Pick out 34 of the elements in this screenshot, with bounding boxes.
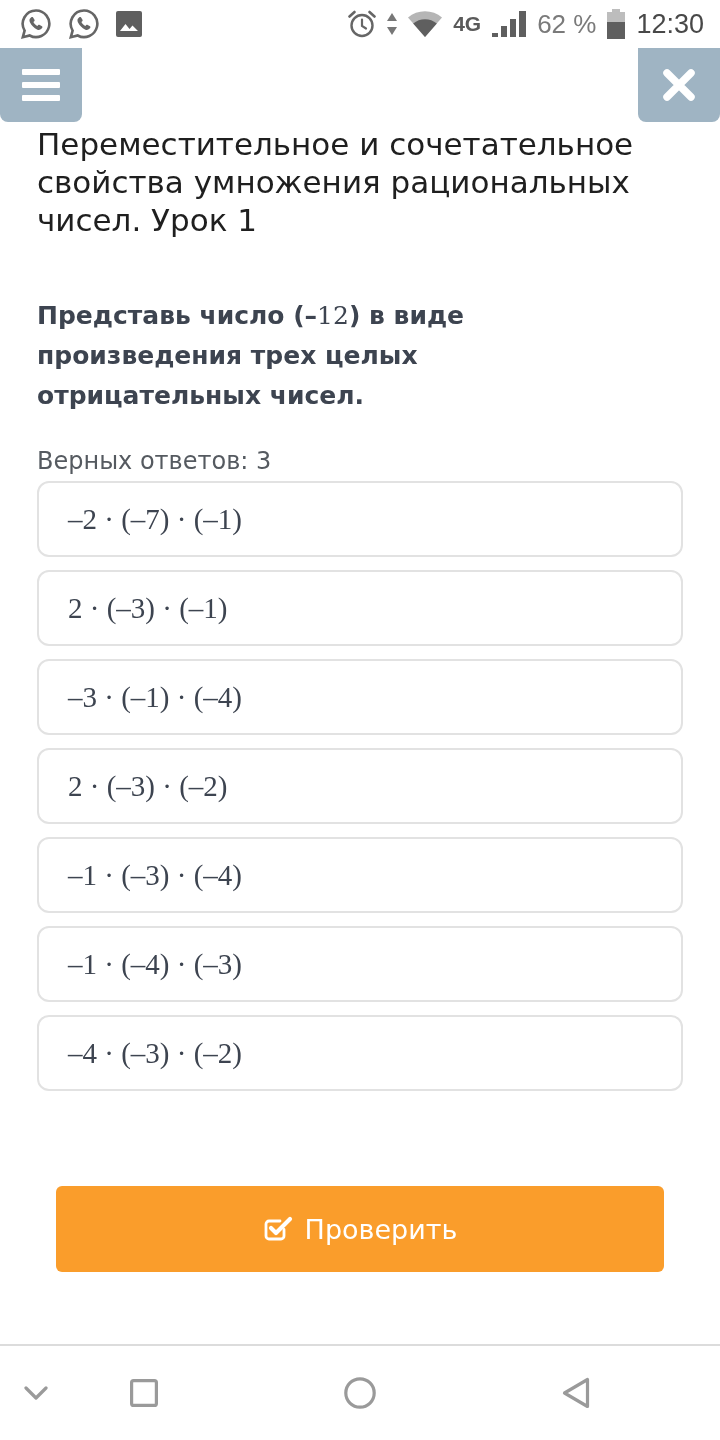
- recent-apps-button[interactable]: [130, 1379, 158, 1407]
- check-square-icon: [262, 1215, 293, 1243]
- phone-bubble-icon: [68, 8, 100, 40]
- back-icon: [562, 1377, 590, 1409]
- question-text: Представь число (–12) в виде произведения трех целых отрицательных чисел.: [37, 300, 466, 412]
- recent-apps-icon: [130, 1379, 158, 1407]
- alarm-clock-icon: [348, 10, 377, 38]
- battery-icon: [607, 9, 626, 39]
- answer-option[interactable]: 2 · (–3) · (–1): [37, 570, 683, 646]
- answer-option[interactable]: –3 · (–1) · (–4): [37, 659, 683, 735]
- chevron-down-icon: [24, 1386, 48, 1400]
- answer-option[interactable]: –1 · (–4) · (–3): [37, 926, 683, 1002]
- close-button[interactable]: [638, 48, 720, 122]
- back-button[interactable]: [562, 1377, 590, 1409]
- lesson-title: Переместительное и сочетательное свойства умножения рациональных чисел. Урок 1: [37, 125, 635, 239]
- menu-button[interactable]: [0, 48, 82, 122]
- nav-hide-button[interactable]: [24, 1386, 48, 1400]
- home-button[interactable]: [344, 1377, 376, 1409]
- answer-option[interactable]: 2 · (–3) · (–2): [37, 748, 683, 824]
- image-icon: [116, 11, 142, 37]
- phone-bubble-icon: [20, 8, 52, 40]
- signal-icon: [492, 11, 527, 37]
- clock-time: 12:30: [636, 8, 704, 40]
- answer-option[interactable]: –1 · (–3) · (–4): [37, 837, 683, 913]
- correct-answers-count: Верных ответов: 3: [37, 446, 272, 477]
- answer-option[interactable]: –4 · (–3) · (–2): [37, 1015, 683, 1091]
- answer-option[interactable]: –2 · (–7) · (–1): [37, 481, 683, 557]
- network-type: 4G: [453, 12, 482, 36]
- menu-icon: [22, 69, 60, 101]
- home-icon: [344, 1377, 376, 1409]
- data-arrows-icon: [387, 13, 398, 35]
- battery-percent: 62 %: [537, 8, 597, 40]
- close-icon: [663, 69, 695, 101]
- wifi-icon: [408, 11, 443, 37]
